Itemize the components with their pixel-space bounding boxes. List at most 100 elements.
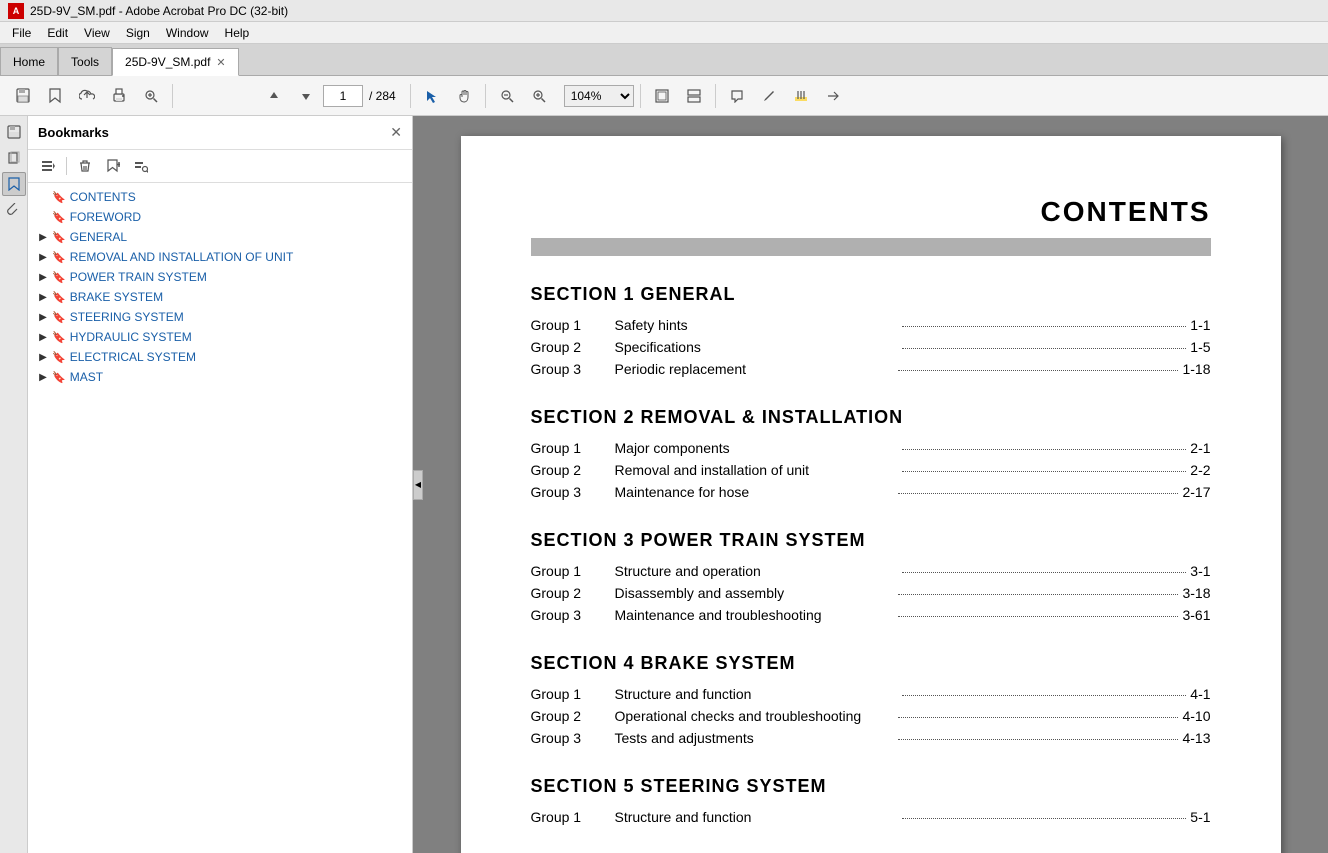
group-name: Operational checks and troubleshooting [615, 708, 895, 724]
zoom-in-button[interactable] [524, 82, 554, 110]
group-name: Structure and function [615, 686, 899, 702]
bookmark-flag-icon: 🔖 [52, 251, 66, 264]
group-label: Group 3 [531, 484, 611, 500]
share-button[interactable] [818, 82, 848, 110]
group-page: 2-1 [1190, 440, 1210, 456]
sidebar-close-button[interactable]: ✕ [390, 124, 402, 141]
tab-home[interactable]: Home [0, 47, 58, 75]
group-page: 3-1 [1190, 563, 1210, 579]
highlight-button[interactable] [786, 82, 816, 110]
bookmark-general[interactable]: ▶ 🔖 GENERAL [28, 227, 412, 247]
bookmark-button[interactable] [40, 82, 70, 110]
expand-icon[interactable]: ▶ [36, 270, 50, 284]
bookmark-contents[interactable]: ▶ 🔖 CONTENTS [28, 187, 412, 207]
group-label: Group 1 [531, 317, 611, 333]
comment-button[interactable] [722, 82, 752, 110]
menu-view[interactable]: View [76, 24, 118, 42]
group-label: Group 2 [531, 585, 611, 601]
left-icon-pages[interactable] [2, 146, 26, 170]
left-icon-bookmarks[interactable] [2, 172, 26, 196]
expand-icon[interactable]: ▶ [36, 250, 50, 264]
cloud-upload-button[interactable] [72, 82, 102, 110]
group-label: Group 2 [531, 339, 611, 355]
prev-page-button[interactable] [259, 82, 289, 110]
sidebar-options-button[interactable] [36, 154, 60, 178]
window-title: 25D-9V_SM.pdf - Adobe Acrobat Pro DC (32… [30, 4, 288, 18]
group-dots [898, 594, 1178, 595]
bookmark-foreword[interactable]: ▶ 🔖 FOREWORD [28, 207, 412, 227]
new-bookmark-button[interactable] [101, 154, 125, 178]
expand-icon[interactable]: ▶ [36, 370, 50, 384]
page-number-input[interactable]: 1 [323, 85, 363, 107]
expand-icon[interactable]: ▶ [36, 310, 50, 324]
section-2-group-3: Group 3 Maintenance for hose 2-17 [531, 484, 1211, 500]
save-button[interactable] [8, 82, 38, 110]
bookmark-flag-icon: 🔖 [52, 271, 66, 284]
group-page: 3-18 [1182, 585, 1210, 601]
group-dots [902, 695, 1186, 696]
tab-tools[interactable]: Tools [58, 47, 112, 75]
left-icon-attachments[interactable] [2, 198, 26, 222]
bookmark-flag-icon: 🔖 [52, 311, 66, 324]
expand-icon[interactable]: ▶ [36, 330, 50, 344]
scroll-mode-button[interactable] [679, 82, 709, 110]
sidebar-collapse-button[interactable]: ◀ [413, 470, 423, 500]
zoom-select[interactable]: 104% 100% 75% 125% 150% [564, 85, 634, 107]
left-icon-save[interactable] [2, 120, 26, 144]
tab-close-icon[interactable]: ✕ [216, 56, 225, 69]
bookmark-removal[interactable]: ▶ 🔖 REMOVAL AND INSTALLATION OF UNIT [28, 247, 412, 267]
next-page-button[interactable] [291, 82, 321, 110]
bookmark-hydraulic[interactable]: ▶ 🔖 HYDRAULIC SYSTEM [28, 327, 412, 347]
zoom-out-button[interactable] [492, 82, 522, 110]
group-label: Group 1 [531, 563, 611, 579]
group-page: 1-5 [1190, 339, 1210, 355]
nav-controls: 1 / 284 [259, 82, 400, 110]
sidebar-header: Bookmarks ✕ [28, 116, 412, 150]
section-1-title: SECTION 1 GENERAL [531, 284, 1211, 305]
section-4-title: SECTION 4 BRAKE SYSTEM [531, 653, 1211, 674]
bookmark-label: POWER TRAIN SYSTEM [70, 270, 207, 284]
group-label: Group 2 [531, 462, 611, 478]
group-dots [898, 717, 1178, 718]
expand-icon[interactable]: ▶ [36, 290, 50, 304]
fit-page-button[interactable] [647, 82, 677, 110]
expand-icon[interactable]: ▶ [36, 230, 50, 244]
group-label: Group 3 [531, 607, 611, 623]
bookmark-electrical[interactable]: ▶ 🔖 ELECTRICAL SYSTEM [28, 347, 412, 367]
sidebar-container: Bookmarks ✕ [28, 116, 413, 853]
expand-icon[interactable]: ▶ [36, 350, 50, 364]
cursor-tool-button[interactable] [417, 82, 447, 110]
delete-bookmark-button[interactable] [73, 154, 97, 178]
pdf-viewer-area[interactable]: CONTENTS SECTION 1 GENERAL Group 1 Safet… [413, 116, 1328, 853]
menu-window[interactable]: Window [158, 24, 217, 42]
sidebar-title: Bookmarks [38, 125, 109, 140]
group-name: Structure and operation [615, 563, 899, 579]
menu-edit[interactable]: Edit [39, 24, 76, 42]
menu-help[interactable]: Help [217, 24, 258, 42]
menu-sign[interactable]: Sign [118, 24, 158, 42]
bookmark-brake[interactable]: ▶ 🔖 BRAKE SYSTEM [28, 287, 412, 307]
print-button[interactable] [104, 82, 134, 110]
search-zoom-button[interactable] [136, 82, 166, 110]
find-bookmark-button[interactable] [129, 154, 153, 178]
group-name: Disassembly and assembly [615, 585, 895, 601]
group-name: Structure and function [615, 809, 899, 825]
group-label: Group 1 [531, 440, 611, 456]
bookmark-powertrain[interactable]: ▶ 🔖 POWER TRAIN SYSTEM [28, 267, 412, 287]
tab-pdf[interactable]: 25D-9V_SM.pdf ✕ [112, 48, 239, 76]
group-page: 2-17 [1182, 484, 1210, 500]
bookmark-mast[interactable]: ▶ 🔖 MAST [28, 367, 412, 387]
tab-bar: Home Tools 25D-9V_SM.pdf ✕ [0, 44, 1328, 76]
bookmark-steering[interactable]: ▶ 🔖 STEERING SYSTEM [28, 307, 412, 327]
hand-tool-button[interactable] [449, 82, 479, 110]
section-2-group-1: Group 1 Major components 2-1 [531, 440, 1211, 456]
section-4-block: SECTION 4 BRAKE SYSTEM Group 1 Structure… [531, 653, 1211, 746]
menu-file[interactable]: File [4, 24, 39, 42]
group-label: Group 1 [531, 809, 611, 825]
group-page: 4-13 [1182, 730, 1210, 746]
group-name: Maintenance for hose [615, 484, 895, 500]
pencil-button[interactable] [754, 82, 784, 110]
toolbar-sep-2 [410, 84, 411, 108]
bookmark-label: ELECTRICAL SYSTEM [70, 350, 196, 364]
group-name: Major components [615, 440, 899, 456]
